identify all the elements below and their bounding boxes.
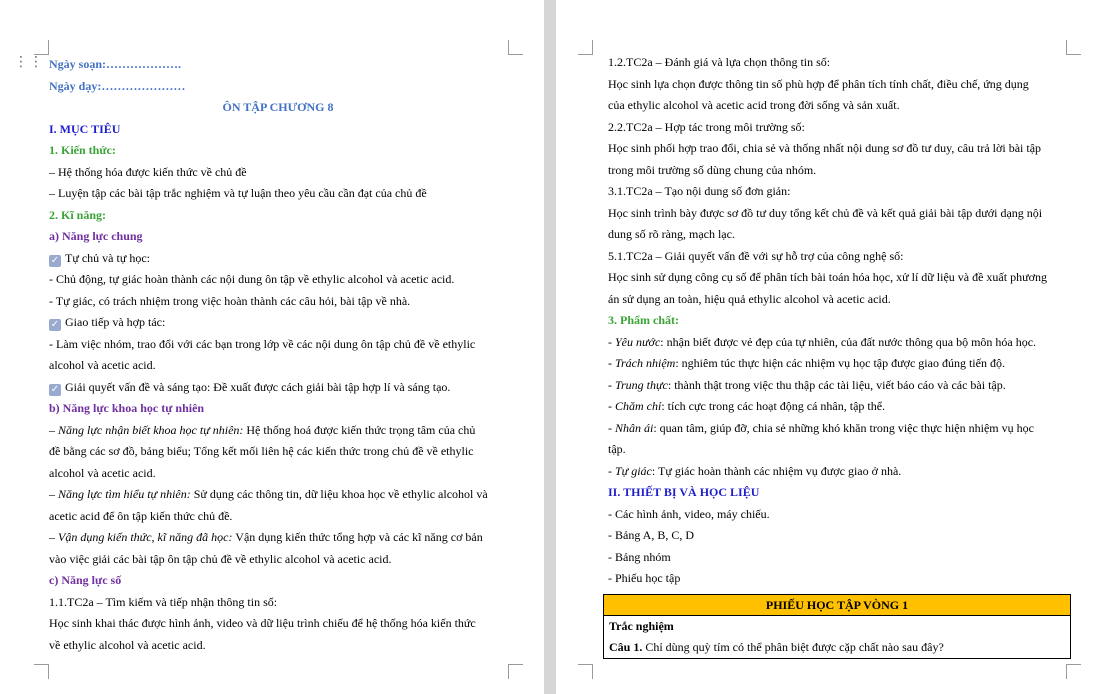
left-column: Ngày soạn:………………. Ngày dạy:………………… ÔN TẬ… bbox=[49, 54, 507, 656]
paragraph: Học sinh sử dụng công cụ số để phân tích… bbox=[608, 270, 1047, 284]
quality-text: : tích cực trong các hoạt động cá nhân, … bbox=[661, 399, 886, 413]
competence-label: – Vận dụng kiến thức, kĩ năng đã học: bbox=[49, 530, 233, 544]
checkbox-checked-icon[interactable]: ✓ bbox=[49, 319, 61, 331]
quality-text: : nghiêm túc thực hiện các nhiệm vụ học … bbox=[675, 356, 1005, 370]
quality-item: - Chăm chỉ: tích cực trong các hoạt động… bbox=[608, 396, 1066, 418]
question-label: Câu 1. bbox=[609, 640, 643, 654]
paragraph: đề bằng các sơ đồ, bảng biểu; Tổng kết m… bbox=[49, 444, 474, 458]
crop-mark bbox=[578, 40, 593, 55]
quality-item: - Nhân ái: quan tâm, giúp đỡ, chia sẻ nh… bbox=[608, 418, 1066, 440]
worksheet-subtitle: Trắc nghiệm bbox=[609, 619, 674, 633]
checkbox-label: Tự chủ và tự học: bbox=[65, 250, 150, 265]
paragraph: – Năng lực nhận biết khoa học tự nhiên: … bbox=[49, 420, 507, 442]
qualities-heading: 3. Phẩm chất: bbox=[608, 313, 679, 327]
paragraph: Học sinh lựa chọn được thông tin số phù … bbox=[608, 76, 1029, 91]
paragraph: 1.1.TC2a – Tìm kiếm và tiếp nhận thông t… bbox=[49, 594, 278, 609]
worksheet-title: PHIẾU HỌC TẬP VÒNG 1 bbox=[604, 595, 1070, 616]
checkbox-checked-icon[interactable]: ✓ bbox=[49, 383, 61, 396]
quality-label: - Trung thực bbox=[608, 377, 668, 392]
science-competence-heading: b) Năng lực khoa học tự nhiên bbox=[49, 401, 205, 415]
crop-mark bbox=[34, 40, 49, 55]
paragraph: của ethylic alcohol và acetic acid trong… bbox=[608, 98, 900, 112]
section-objectives: I. MỤC TIÊU bbox=[49, 121, 121, 136]
competence-label: – Năng lực tìm hiểu tự nhiên: bbox=[49, 487, 191, 501]
document-page-right: 1.2.TC2a – Đánh giá và lựa chọn thông ti… bbox=[556, 0, 1097, 694]
checkbox-checked-icon[interactable]: ✓ bbox=[49, 254, 61, 267]
prep-date: Ngày soạn:………………. bbox=[49, 57, 182, 71]
document-page-left: ⋮⋮ Ngày soạn:………………. Ngày dạy:………………… ÔN… bbox=[0, 0, 544, 694]
quality-item: - Tự giác: Tự giác hoàn thành các nhiệm … bbox=[608, 461, 1066, 483]
material-item: - Các hình ảnh, video, máy chiếu. bbox=[608, 506, 770, 521]
crop-mark bbox=[34, 664, 49, 679]
paragraph: về ethylic alcohol và acetic acid. bbox=[49, 637, 206, 652]
paragraph: dung số rõ ràng, mạch lạc. bbox=[608, 227, 735, 241]
paragraph: tập. bbox=[608, 442, 626, 456]
digital-competence-heading: c) Năng lực số bbox=[49, 573, 122, 587]
paragraph: án sử dụng an toàn, hiệu quả ethylic alc… bbox=[608, 291, 891, 306]
crop-mark bbox=[508, 40, 523, 55]
paragraph: - Chủ động, tự giác hoàn thành các nội d… bbox=[49, 272, 455, 286]
material-item: - Phiếu học tập bbox=[608, 571, 681, 585]
question-item: Câu 1. Chỉ dùng quỳ tím có thể phân biệt… bbox=[609, 637, 1065, 658]
right-column: 1.2.TC2a – Đánh giá và lựa chọn thông ti… bbox=[608, 52, 1066, 590]
paragraph: Học sinh khai thác được hình ảnh, video … bbox=[49, 616, 476, 630]
quality-text: : quan tâm, giúp đỡ, chia sẻ những khó k… bbox=[653, 420, 1034, 435]
quality-text: : thành thật trong việc thu thập các tài… bbox=[667, 377, 1006, 392]
quality-label: - Yêu nước bbox=[608, 334, 661, 349]
crop-mark bbox=[1066, 40, 1081, 55]
checkbox-label: Giao tiếp và hợp tác: bbox=[65, 315, 166, 329]
teach-date: Ngày dạy:………………… bbox=[49, 78, 186, 93]
material-item: - Bảng A, B, C, D bbox=[608, 528, 695, 542]
competence-text: Vận dụng kiến thức tổng hợp và các kĩ nă… bbox=[232, 530, 483, 544]
paragraph: vào việc giải các bài tập ôn tập chủ đề … bbox=[49, 551, 392, 566]
checkbox-label: Giải quyết vấn đề và sáng tạo: Đề xuất đ… bbox=[65, 379, 451, 394]
checkbox-item: ✓ Giải quyết vấn đề và sáng tạo: Đề xuất … bbox=[49, 377, 507, 399]
paragraph: 3.1.TC2a – Tạo nội dung số đơn giản: bbox=[608, 184, 791, 198]
paragraph: - Làm việc nhóm, trao đổi với các bạn tr… bbox=[49, 336, 476, 351]
paragraph: 1.2.TC2a – Đánh giá và lựa chọn thông ti… bbox=[608, 55, 831, 69]
quality-label: - Trách nhiệm bbox=[608, 356, 676, 370]
competence-text: Hệ thống hoá được kiến thức trọng tâm củ… bbox=[243, 422, 476, 437]
checkbox-item: ✓ Giao tiếp và hợp tác: bbox=[49, 312, 507, 334]
drag-handle-icon[interactable]: ⋮⋮ bbox=[14, 55, 43, 74]
crop-mark bbox=[1066, 664, 1081, 679]
worksheet-table: PHIẾU HỌC TẬP VÒNG 1 Trắc nghiệm Câu 1. … bbox=[603, 594, 1071, 659]
crop-mark bbox=[578, 664, 593, 679]
quality-label: - Tự giác bbox=[608, 463, 652, 478]
quality-label: - Chăm chỉ bbox=[608, 399, 662, 413]
quality-item: - Trung thực: thành thật trong việc thu … bbox=[608, 375, 1066, 397]
paragraph: 2.2.TC2a – Hợp tác trong môi trường số: bbox=[608, 119, 805, 134]
paragraph: trong môi trường số dùng chung của nhóm. bbox=[608, 162, 817, 177]
knowledge-item: – Luyện tập các bài tập trắc nghiệm và t… bbox=[49, 186, 427, 200]
section-equipment: II. THIẾT BỊ VÀ HỌC LIỆU bbox=[608, 485, 760, 499]
crop-mark bbox=[508, 664, 523, 679]
quality-text: : nhận biết được vẻ đẹp của tự nhiên, củ… bbox=[660, 334, 1037, 349]
paragraph: Học sinh phối hợp trao đổi, chia sẻ và t… bbox=[608, 141, 1042, 155]
paragraph: Học sinh trình bày được sơ đồ tư duy tổn… bbox=[608, 205, 1043, 220]
worksheet-body: Trắc nghiệm Câu 1. Chỉ dùng quỳ tím có t… bbox=[604, 616, 1070, 658]
paragraph: - Tự giác, có trách nhiệm trong việc hoà… bbox=[49, 293, 411, 308]
skills-heading: 2. Kĩ năng: bbox=[49, 207, 107, 222]
quality-item: - Trách nhiệm: nghiêm túc thực hiện các … bbox=[608, 353, 1066, 375]
paragraph: – Năng lực tìm hiểu tự nhiên: Sử dụng cá… bbox=[49, 484, 507, 506]
page-gutter bbox=[544, 0, 556, 694]
question-text: Chỉ dùng quỳ tím có thể phân biệt được c… bbox=[642, 640, 944, 654]
material-item: - Bảng nhóm bbox=[608, 549, 671, 564]
quality-label: - Nhân ái bbox=[608, 420, 654, 435]
paragraph: – Vận dụng kiến thức, kĩ năng đã học: Vậ… bbox=[49, 527, 507, 549]
paragraph: acetic acid để ôn tập kiến thức chủ đề. bbox=[49, 508, 233, 523]
lesson-title: ÔN TẬP CHƯƠNG 8 bbox=[222, 100, 334, 114]
competence-text: Sử dụng các thông tin, dữ liệu khoa học … bbox=[190, 487, 488, 501]
quality-item: - Yêu nước: nhận biết được vẻ đẹp của tự… bbox=[608, 332, 1066, 354]
paragraph: alcohol và acetic acid. bbox=[49, 465, 156, 480]
paragraph: alcohol và acetic acid. bbox=[49, 358, 156, 372]
knowledge-heading: 1. Kiến thức: bbox=[49, 143, 116, 157]
paragraph: 5.1.TC2a – Giải quyết vấn đề với sự hỗ t… bbox=[608, 248, 904, 263]
knowledge-item: – Hệ thống hóa được kiến thức về chủ đề bbox=[49, 164, 247, 179]
general-competence-heading: a) Năng lực chung bbox=[49, 229, 143, 243]
quality-text: : Tự giác hoàn thành các nhiệm vụ được g… bbox=[651, 463, 902, 478]
competence-label: – Năng lực nhận biết khoa học tự nhiên: bbox=[49, 422, 244, 437]
checkbox-item: ✓ Tự chủ và tự học: bbox=[49, 248, 507, 270]
